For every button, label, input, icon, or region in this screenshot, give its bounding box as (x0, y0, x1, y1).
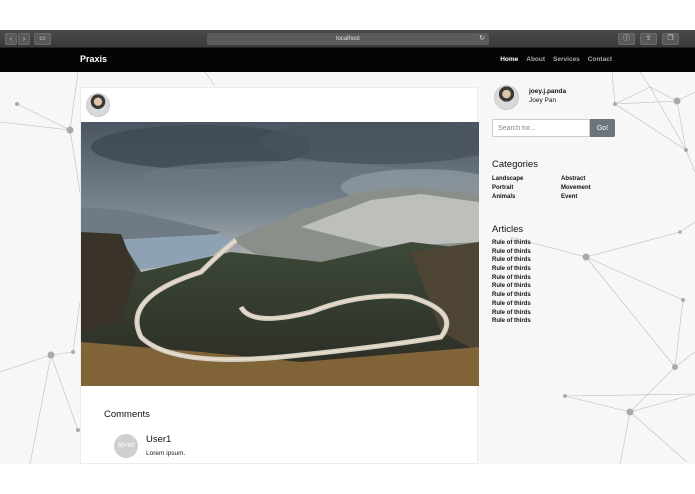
article-link[interactable]: Rule of thirds (492, 275, 531, 284)
profile-name: Joey Pan (529, 97, 557, 104)
browser-toolbar: ‹ › ▭ localhost ↻ ⓘ ⇪ ❐ (0, 30, 695, 48)
profile-avatar[interactable] (494, 85, 519, 110)
info-button[interactable]: ⓘ (618, 33, 635, 45)
chevron-right-icon: › (22, 34, 26, 43)
share-icon: ⇪ (645, 35, 652, 42)
sidebar-toggle-button[interactable]: ▭ (34, 33, 51, 45)
tabs-icon: ❐ (667, 35, 674, 42)
nav-link-home[interactable]: Home (500, 56, 518, 63)
search-go-button[interactable]: Go! (590, 119, 615, 137)
brand-logo[interactable]: Praxis (80, 54, 107, 64)
sidebar-icon: ▭ (39, 35, 46, 42)
comment-avatar: 60×60 (114, 434, 138, 458)
article-link[interactable]: Rule of thirds (492, 292, 531, 301)
site-navbar: Praxis Home About Services Contact (0, 48, 695, 72)
comment-text: Lorem ipsum. (146, 450, 186, 457)
tabs-button[interactable]: ❐ (662, 33, 679, 45)
article-link[interactable]: Rule of thirds (492, 266, 531, 275)
post-card: Comments 60×60 User1 Lorem ipsum. (80, 87, 479, 464)
nav-link-services[interactable]: Services (553, 56, 580, 63)
url-text: localhost (336, 36, 360, 42)
share-button[interactable]: ⇪ (640, 33, 657, 45)
article-link[interactable]: Rule of thirds (492, 249, 531, 258)
info-icon: ⓘ (623, 35, 630, 42)
categories-heading: Categories (492, 159, 538, 170)
post-photo (81, 122, 479, 386)
post-author-avatar[interactable] (86, 93, 110, 117)
category-abstract[interactable]: Abstract (561, 176, 585, 182)
comment-username[interactable]: User1 (146, 434, 171, 445)
reload-icon[interactable]: ↻ (479, 33, 485, 45)
article-link[interactable]: Rule of thirds (492, 283, 531, 292)
articles-list: Rule of thirds Rule of thirds Rule of th… (492, 240, 531, 327)
search-input[interactable] (492, 119, 590, 137)
nav-link-about[interactable]: About (526, 56, 545, 63)
article-link[interactable]: Rule of thirds (492, 310, 531, 319)
article-link[interactable]: Rule of thirds (492, 318, 531, 327)
forward-button[interactable]: › (18, 33, 30, 45)
category-event[interactable]: Event (561, 194, 577, 200)
article-link[interactable]: Rule of thirds (492, 240, 531, 249)
comments-heading: Comments (104, 409, 150, 420)
category-landscape[interactable]: Landscape (492, 176, 523, 182)
nav-link-contact[interactable]: Contact (588, 56, 612, 63)
category-portrait[interactable]: Portrait (492, 185, 513, 191)
profile-handle[interactable]: joey.j.panda (529, 88, 566, 95)
category-animals[interactable]: Animals (492, 194, 515, 200)
article-link[interactable]: Rule of thirds (492, 257, 531, 266)
nav-links: Home About Services Contact (500, 56, 612, 63)
chevron-left-icon: ‹ (9, 34, 13, 43)
page-content: Comments 60×60 User1 Lorem ipsum. joey.j… (0, 72, 695, 464)
category-movement[interactable]: Movement (561, 185, 591, 191)
page-bottom-margin (0, 464, 695, 494)
article-link[interactable]: Rule of thirds (492, 301, 531, 310)
address-bar[interactable]: localhost ↻ (207, 33, 489, 45)
landscape-image (81, 122, 479, 386)
articles-heading: Articles (492, 224, 524, 235)
back-button[interactable]: ‹ (5, 33, 17, 45)
